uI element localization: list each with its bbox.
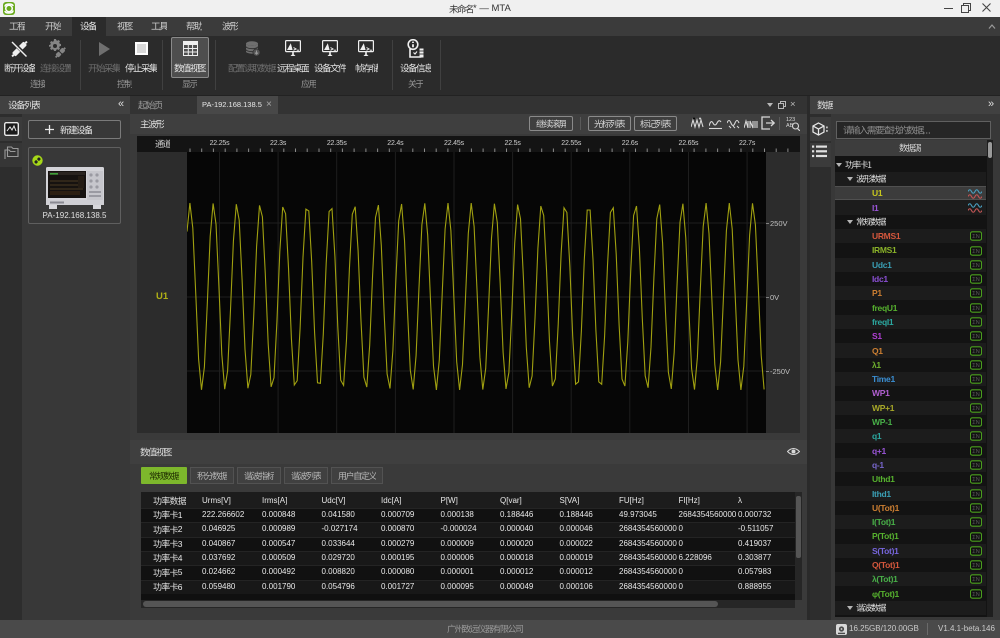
svg-text:ΣN: ΣN: [972, 592, 979, 598]
svg-text:ΣN: ΣN: [972, 492, 979, 498]
svg-text:ΣN: ΣN: [972, 377, 979, 383]
svg-text:ΣN: ΣN: [972, 420, 979, 426]
svg-text:ΣN: ΣN: [972, 249, 979, 255]
svg-text:ΣN: ΣN: [972, 363, 979, 369]
svg-text:ΣN: ΣN: [972, 320, 979, 326]
svg-text:ΣN: ΣN: [972, 463, 979, 469]
svg-text:ΣN: ΣN: [972, 506, 979, 512]
svg-text:ΣN: ΣN: [972, 291, 979, 297]
svg-text:ΣN: ΣN: [972, 434, 979, 440]
svg-text:ΣN: ΣN: [972, 535, 979, 541]
svg-text:ΣN: ΣN: [972, 277, 979, 283]
svg-text:ΣN: ΣN: [972, 477, 979, 483]
svg-text:ΣN: ΣN: [972, 520, 979, 526]
svg-text:ΣN: ΣN: [972, 306, 979, 312]
svg-text:ΣN: ΣN: [972, 334, 979, 340]
svg-text:ΣN: ΣN: [972, 563, 979, 569]
svg-text:ΣN: ΣN: [972, 577, 979, 583]
svg-text:ΣN: ΣN: [972, 349, 979, 355]
svg-text:ΣN: ΣN: [972, 392, 979, 398]
svg-text:ΣN: ΣN: [972, 406, 979, 412]
svg-text:ΣN: ΣN: [972, 449, 979, 455]
svg-text:ΣN: ΣN: [972, 234, 979, 240]
svg-text:ΣN: ΣN: [972, 263, 979, 269]
svg-text:ΣN: ΣN: [972, 549, 979, 555]
